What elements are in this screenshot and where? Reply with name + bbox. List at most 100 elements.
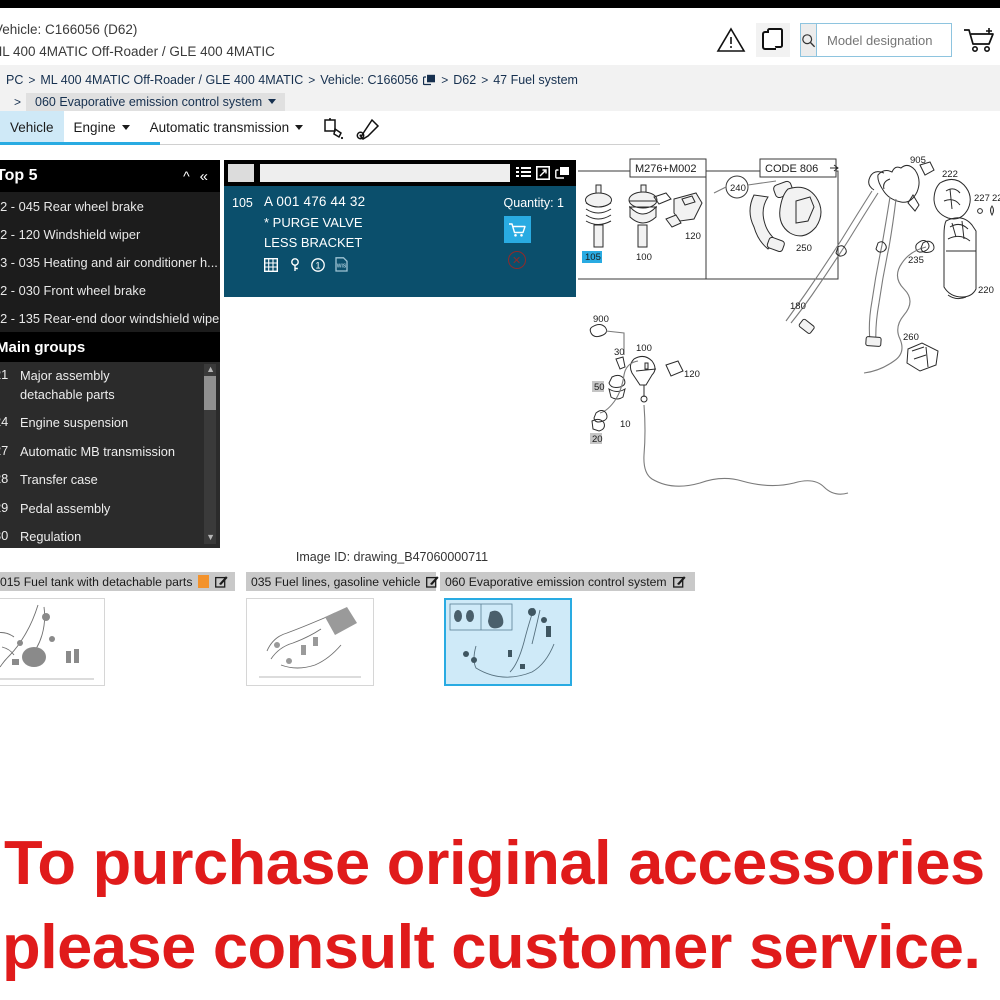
double-chevron-left-icon[interactable]: « [200,168,208,185]
parts-diagram[interactable]: .ln{fill:none;stroke:#7b7b7b;stroke-widt… [578,155,1000,545]
key-icon[interactable] [288,257,301,272]
breadcrumb-item-pc[interactable]: PC [6,73,23,87]
search-icon[interactable] [801,24,817,56]
thumbnail-item[interactable]: 035 Fuel lines, gasoline vehicle [246,572,439,686]
thumbnail-caption-label: 060 Evaporative emission control system [445,574,667,589]
breadcrumb: PC > ML 400 4MATIC Off-Roader / GLE 400 … [0,65,578,113]
chevron-up-icon[interactable]: ^ [183,168,190,184]
diagram-callout-100b: 100 [636,343,652,354]
main-group-label: Pedal assembly [20,500,111,516]
edit-icon[interactable] [426,575,439,588]
thumbnail-image[interactable] [246,598,374,686]
diagram-callout-50: 50 [594,382,605,393]
thumbnail-image[interactable] [0,598,105,686]
main-groups-header: Main groups [0,332,220,362]
breadcrumb-item-model[interactable]: ML 400 4MATIC Off-Roader / GLE 400 4MATI… [40,73,303,87]
main-group-number: 24 [0,414,9,430]
breadcrumb-sep: > [14,95,22,109]
purchase-notice-line-1: To purchase original accessories [4,829,985,898]
part-quantity-area: Quantity: 1 ✕ [503,196,564,269]
edit-icon[interactable] [215,575,229,588]
chevron-down-icon[interactable] [121,124,130,130]
chevron-down-icon[interactable] [268,99,277,104]
top5-item-4[interactable]: 82 - 135 Rear-end door windshield wiper [0,304,220,332]
thumbnail-caption[interactable]: 060 Evaporative emission control system [440,572,695,591]
wis-document-icon[interactable]: WIS [335,257,348,272]
main-group-item[interactable]: 27 Automatic MB transmission [0,438,220,467]
top5-item-0[interactable]: 42 - 045 Rear wheel brake [0,192,220,220]
diagram-callout-100: 100 [636,252,652,263]
shopping-cart-icon[interactable] [962,25,996,55]
status-badge [198,575,210,588]
image-id-label: Image ID: drawing_B47060000711 [295,550,489,564]
diagram-callout-120b: 120 [684,369,700,380]
copy-icon[interactable] [555,166,570,180]
cart-add-icon[interactable] [503,216,531,243]
diagram-callout-240: 240 [730,183,746,194]
thumbnail-image-selected[interactable] [444,598,572,686]
part-card-header-box[interactable] [228,164,254,182]
tab-vehicle[interactable]: Vehicle [0,111,64,142]
thumbnail-caption-label: 015 Fuel tank with detachable parts [0,574,193,589]
breadcrumb-item-current[interactable]: 060 Evaporative emission control system [26,92,286,112]
main-group-item[interactable]: 30 Regulation [0,523,220,548]
breadcrumb-item-vehicle[interactable]: Vehicle: C166056 [320,73,418,87]
thumbnail-strip: 015 Fuel tank with detachable parts 035 … [0,572,1000,687]
top5-item-3[interactable]: 42 - 030 Front wheel brake [0,276,220,304]
expand-icon[interactable] [536,166,550,180]
app-header: Vehicle: C166056 (D62) ML 400 4MATIC Off… [0,8,1000,65]
scroll-down-arrow-icon[interactable]: ▼ [206,532,215,542]
top5-item-2[interactable]: 83 - 035 Heating and air conditioner h..… [0,248,220,276]
svg-text:WIS: WIS [337,264,347,270]
main-group-item[interactable]: 29 Pedal assembly [0,495,220,524]
main-group-number: 29 [0,499,9,515]
copy-icon[interactable] [423,74,436,86]
model-search-box[interactable]: × [800,23,1000,57]
breadcrumb-item-fuel-system[interactable]: 47 Fuel system [493,73,578,87]
thumbnail-item[interactable]: 015 Fuel tank with detachable parts [0,572,235,686]
copy-documents-icon[interactable] [756,23,790,57]
thumbnail-caption[interactable]: 035 Fuel lines, gasoline vehicle [246,572,439,591]
part-card-filter-input[interactable] [260,164,510,182]
main-group-item[interactable]: 21 Major assembly detachable parts [0,362,220,409]
thumbnail-caption-label: 035 Fuel lines, gasoline vehicle [251,574,421,589]
purchase-notice-line-2: please consult customer service. [2,913,981,982]
main-group-item[interactable]: 24 Engine suspension [0,409,220,438]
thumbnail-caption[interactable]: 015 Fuel tank with detachable parts [0,572,235,591]
part-detail-card: 105 A 001 476 44 32 * PURGE VALVE LESS B… [224,160,576,297]
main-group-number: 28 [0,471,9,487]
main-group-label: Major assembly detachable parts [20,368,115,402]
tab-engine[interactable]: Engine [64,111,140,142]
top-black-strip [0,0,1000,8]
main-group-item[interactable]: 28 Transfer case [0,466,220,495]
diagram-callout-900: 900 [593,314,609,325]
part-quantity-label: Quantity: 1 [503,196,564,210]
main-group-label: Automatic MB transmission [20,443,176,459]
main-groups-list: 21 Major assembly detachable parts 24 En… [0,362,220,548]
tab-vehicle-label: Vehicle [10,119,54,135]
chevron-down-icon[interactable] [295,124,304,130]
tab-automatic-transmission[interactable]: Automatic transmission [140,111,314,142]
breadcrumb-row-2: > 060 Evaporative emission control syste… [0,91,578,113]
list-icon[interactable] [516,166,531,180]
main-groups-scroll-thumb[interactable] [204,376,216,410]
warning-triangle-icon[interactable] [716,26,746,54]
top5-item-1[interactable]: 82 - 120 Windshield wiper [0,220,220,248]
diagram-box-label-1: M276+M002 [635,163,696,175]
paint-spray-icon[interactable] [321,117,347,143]
diagram-callout-10: 10 [620,419,631,430]
diagram-callout-905: 905 [910,155,926,166]
diagram-box-label-2: CODE 806 [765,163,818,175]
breadcrumb-sep: > [481,73,489,87]
table-grid-icon[interactable] [264,257,278,272]
tool-wrench-icon[interactable] [355,117,381,143]
scroll-up-arrow-icon[interactable]: ▲ [206,364,215,374]
diagram-callout-222: 222 [942,169,958,180]
breadcrumb-sep: > [441,73,449,87]
diagram-callout-20: 20 [592,434,603,445]
breadcrumb-item-d62[interactable]: D62 [453,73,476,87]
remove-circle-icon[interactable]: ✕ [507,251,526,269]
edit-icon[interactable] [672,575,686,588]
thumbnail-item[interactable]: 060 Evaporative emission control system [440,572,695,686]
info-circle-1-icon[interactable]: 1 [311,257,325,272]
